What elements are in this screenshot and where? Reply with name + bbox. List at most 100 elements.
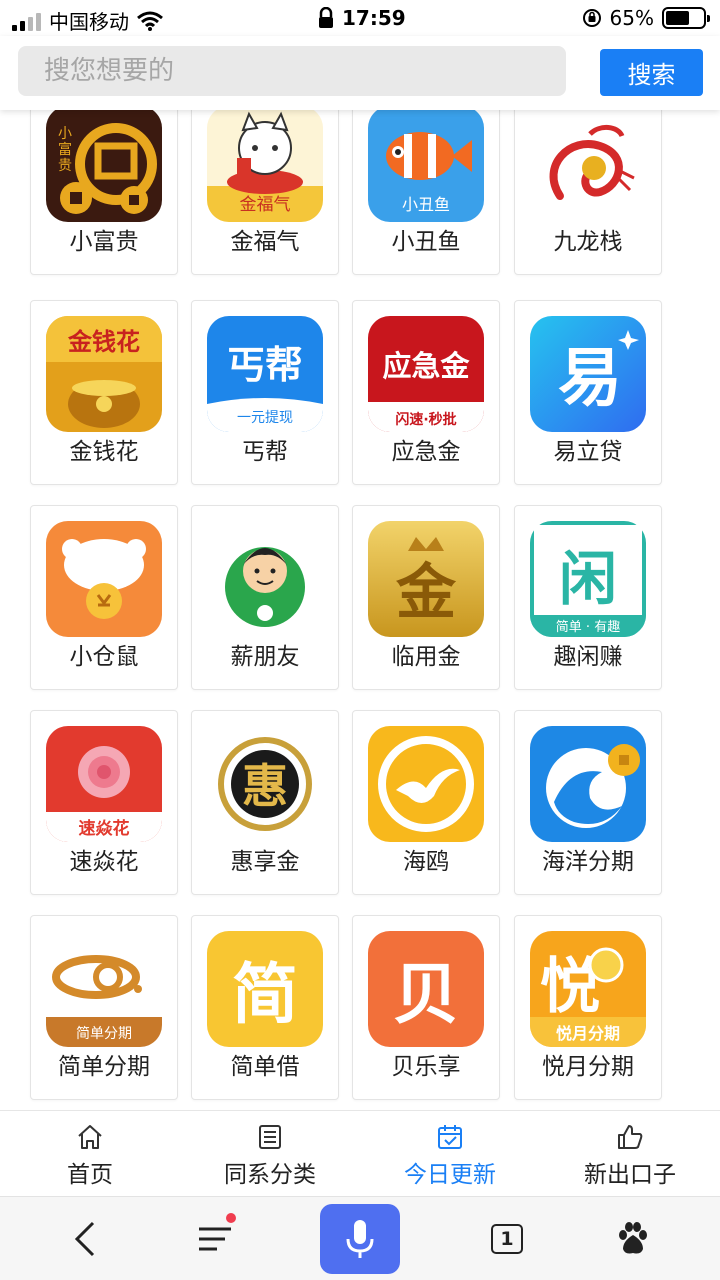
jiandanjie-icon: 简 — [207, 931, 323, 1047]
jinqianhua-icon: 金钱花 — [46, 316, 162, 432]
app-card[interactable]: 九龙栈 — [514, 90, 662, 275]
tab-label: 同系分类 — [224, 1162, 316, 1188]
notification-dot — [226, 1213, 236, 1223]
thumbs-up-icon — [618, 1125, 643, 1149]
icon-char: 小 — [58, 126, 72, 142]
app-screen: 小 富 贵 小富贵 金福气 金福气 小丑鱼 小丑鱼 九龙栈 金钱花 金钱花 丐帮… — [0, 0, 720, 1280]
icon-text: 惠 — [242, 759, 288, 813]
gaibang-icon: 丐帮 一元提现 — [207, 316, 323, 432]
app-name: 悦月分期 — [542, 1054, 634, 1080]
icon-text: 简单分期 — [76, 1025, 132, 1042]
icon-subtext: 闪速·秒批 — [395, 411, 456, 428]
microphone-icon — [346, 1220, 374, 1258]
xinpengyou-icon — [207, 521, 323, 637]
app-card[interactable]: 闲 简单 · 有趣 趣闲赚 — [514, 505, 662, 690]
xiaochouyu-icon: 小丑鱼 — [368, 106, 484, 222]
xiaocangshu-icon — [46, 521, 162, 637]
signal-icon — [12, 11, 41, 31]
app-card[interactable]: 小仓鼠 — [30, 505, 178, 690]
haiyangfenqi-icon — [530, 726, 646, 842]
app-name: 小仓鼠 — [69, 644, 139, 670]
app-card[interactable]: 海洋分期 — [514, 710, 662, 895]
app-name: 九龙栈 — [553, 229, 623, 255]
battery-level — [666, 11, 690, 25]
wifi-icon — [137, 11, 163, 31]
battery-icon — [662, 7, 710, 29]
icon-char: 富 — [58, 141, 72, 158]
app-card[interactable]: 金福气 金福气 — [191, 90, 339, 275]
icon-text: 闲 — [559, 545, 617, 613]
app-name: 简单借 — [230, 1054, 300, 1080]
app-card[interactable]: 薪朋友 — [191, 505, 339, 690]
app-card[interactable]: 小 富 贵 小富贵 — [30, 90, 178, 275]
clock: 17:59 — [342, 6, 406, 30]
icon-text: 金钱花 — [67, 328, 140, 356]
orientation-lock-icon — [582, 9, 601, 27]
icon-char: 贵 — [58, 158, 72, 174]
app-name: 金福气 — [230, 229, 300, 255]
yueyuefenqi-icon: 悦 悦月分期 — [530, 931, 646, 1047]
icon-text: 小丑鱼 — [402, 195, 450, 214]
app-name: 海鸥 — [403, 849, 449, 875]
xiaofugui-icon: 小 富 贵 — [46, 106, 162, 222]
app-name: 应急金 — [391, 439, 461, 465]
app-grid: 小 富 贵 小富贵 金福气 金福气 小丑鱼 小丑鱼 九龙栈 金钱花 金钱花 丐帮… — [0, 0, 720, 1110]
icon-text: 简 — [232, 956, 298, 1033]
icon-subtext: 一元提现 — [237, 410, 293, 426]
app-card[interactable]: 惠 惠享金 — [191, 710, 339, 895]
search-button[interactable]: 搜索 — [600, 49, 703, 96]
voice-search-button[interactable] — [320, 1204, 400, 1274]
carrier-name: 中国移动 — [49, 10, 129, 34]
suyanhua-icon: 速焱花 — [46, 726, 162, 842]
app-card[interactable]: 应急金 闪速·秒批 应急金 — [352, 300, 500, 485]
browser-toolbar: 1 — [0, 1196, 720, 1280]
list-icon — [259, 1125, 281, 1149]
app-card[interactable]: 贝 贝乐享 — [352, 915, 500, 1100]
icon-text: 贝 — [393, 956, 459, 1033]
jiulongzhan-icon — [530, 106, 646, 222]
home-icon — [78, 1125, 102, 1149]
huixiangjin-icon: 惠 — [207, 726, 323, 842]
tab-home[interactable]: 首页 — [0, 1111, 180, 1197]
app-card[interactable]: 速焱花 速焱花 — [30, 710, 178, 895]
app-card[interactable]: 丐帮 一元提现 丐帮 — [191, 300, 339, 485]
app-card[interactable]: 金钱花 金钱花 — [30, 300, 178, 485]
app-name: 惠享金 — [230, 849, 300, 875]
tab-category[interactable]: 同系分类 — [180, 1111, 360, 1197]
bottom-tab-bar: 首页 同系分类 今日更新 新出口子 — [0, 1110, 720, 1196]
tab-new-channels[interactable]: 新出口子 — [540, 1111, 720, 1197]
icon-text: 金 — [396, 558, 457, 628]
app-card[interactable]: 金 临用金 — [352, 505, 500, 690]
app-name: 小丑鱼 — [391, 229, 461, 255]
icon-text: 速焱花 — [79, 818, 130, 839]
tabs-button[interactable]: 1 — [472, 1197, 542, 1280]
tab-label: 新出口子 — [584, 1162, 676, 1188]
baidu-button[interactable] — [598, 1197, 668, 1280]
yingjijin-icon: 应急金 闪速·秒批 — [368, 316, 484, 432]
back-icon — [74, 1221, 95, 1257]
app-name: 贝乐享 — [391, 1054, 461, 1080]
search-input[interactable] — [18, 46, 566, 96]
app-card[interactable]: 简 简单借 — [191, 915, 339, 1100]
app-card[interactable]: 易 易立贷 — [514, 300, 662, 485]
app-name: 海洋分期 — [542, 849, 634, 875]
app-card[interactable]: 小丑鱼 小丑鱼 — [352, 90, 500, 275]
back-button[interactable] — [50, 1197, 120, 1280]
search-bar: 搜索 — [0, 36, 720, 110]
icon-subtext: 简单 · 有趣 — [556, 619, 620, 635]
app-name: 简单分期 — [58, 1054, 150, 1080]
app-name: 金钱花 — [69, 439, 139, 465]
haiou-icon — [368, 726, 484, 842]
app-card[interactable]: 海鸥 — [352, 710, 500, 895]
beilexiang-icon: 贝 — [368, 931, 484, 1047]
jiandanfenqi-icon: 简单分期 — [46, 931, 162, 1047]
quxianzhuan-icon: 闲 简单 · 有趣 — [530, 521, 646, 637]
app-card[interactable]: 简单分期 简单分期 — [30, 915, 178, 1100]
menu-button[interactable] — [180, 1197, 250, 1280]
tab-today-updates[interactable]: 今日更新 — [360, 1111, 540, 1197]
app-card[interactable]: 悦 悦月分期 悦月分期 — [514, 915, 662, 1100]
app-name: 趣闲赚 — [553, 644, 623, 670]
linyongjin-icon: 金 — [368, 521, 484, 637]
app-name: 丐帮 — [242, 439, 288, 465]
battery-percent: 65% — [609, 6, 654, 30]
